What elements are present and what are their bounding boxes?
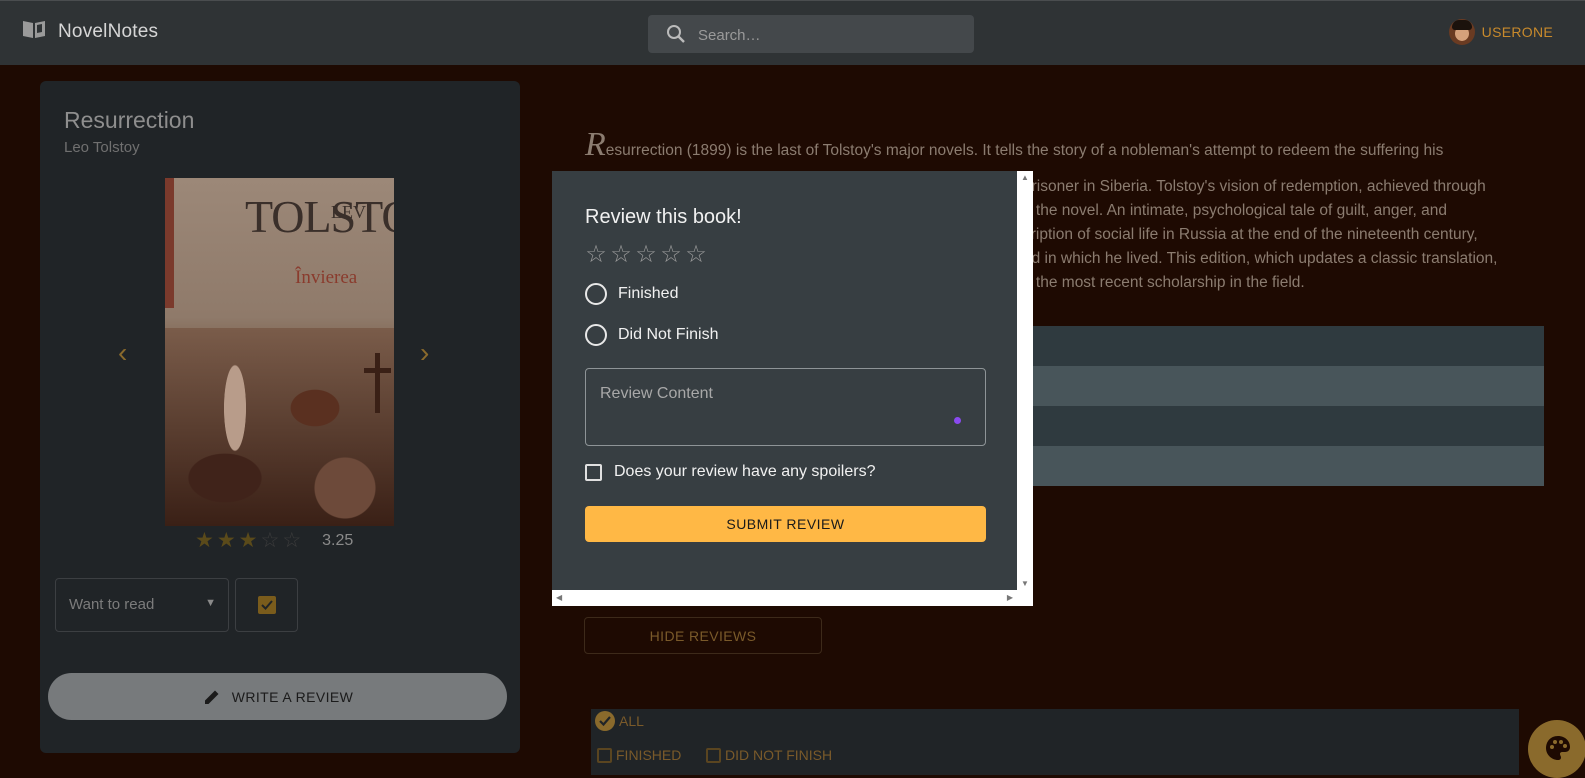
user-menu[interactable]: USERONE — [1448, 19, 1553, 45]
book-details-table — [1022, 326, 1544, 486]
scroll-up-icon[interactable]: ▲ — [1021, 173, 1029, 182]
spoiler-label: Does your review have any spoilers? — [614, 463, 876, 480]
star-outline-icon[interactable]: ☆ — [584, 240, 608, 269]
star-outline-icon[interactable]: ☆ — [634, 240, 658, 269]
description-line: rld in which he lived. This edition, whi… — [1023, 250, 1498, 267]
star-outline-icon[interactable]: ☆ — [659, 240, 683, 269]
cover-title: Învierea — [295, 267, 358, 288]
star-icon: ★ — [216, 529, 236, 552]
star-outline-icon[interactable]: ☆ — [609, 240, 633, 269]
review-content-field[interactable] — [585, 368, 986, 446]
chevron-left-icon[interactable]: ‹ — [118, 337, 127, 369]
filter-finished-label: FINISHED — [616, 747, 682, 763]
book-rating: ★ ★ ★ ☆ ☆ 3.25 — [195, 528, 353, 553]
app-name: NovelNotes — [58, 20, 159, 42]
cover-cross-horizontal — [364, 368, 391, 373]
horizontal-scrollbar[interactable]: ◀ ▶ — [552, 590, 1017, 606]
cover-author: TOLSTOI — [245, 191, 394, 242]
table-row — [1022, 366, 1544, 406]
checkbox-icon — [597, 747, 612, 763]
star-outline-icon: ☆ — [282, 529, 302, 552]
scroll-right-icon[interactable]: ▶ — [1007, 593, 1013, 602]
checkbox-icon — [706, 747, 721, 763]
search-icon — [667, 25, 685, 43]
app-bar: NovelNotes USERONE — [0, 0, 1585, 65]
filter-all-label: ALL — [619, 713, 644, 729]
theme-button[interactable] — [1528, 720, 1585, 778]
scroll-left-icon[interactable]: ◀ — [556, 593, 562, 602]
radio-dnf-label: Did Not Finish — [618, 326, 719, 343]
palette-icon — [1546, 736, 1570, 760]
review-dialog: Review this book! ☆ ☆ ☆ ☆ ☆ Finished Did… — [552, 171, 1033, 606]
resize-handle[interactable] — [954, 417, 961, 424]
scroll-down-icon[interactable]: ▼ — [1021, 579, 1029, 588]
star-outline-icon: ☆ — [260, 529, 280, 552]
radio-icon — [585, 283, 607, 305]
table-row — [1022, 326, 1544, 366]
drop-cap: R — [585, 126, 606, 163]
book-card: Resurrection Leo Tolstoy ‹ LEV TOLSTOI Î… — [40, 81, 520, 753]
rating-value: 3.25 — [322, 531, 354, 549]
description-line: e the novel. An intimate, psychological … — [1023, 202, 1447, 219]
write-review-label: WRITE A REVIEW — [231, 688, 354, 705]
rating-input[interactable]: ☆ ☆ ☆ ☆ ☆ — [584, 240, 708, 269]
review-filters: ALL FINISHED DID NOT FINISH — [591, 709, 1519, 775]
shelf-select-value: Want to read — [69, 596, 155, 613]
table-row — [1022, 406, 1544, 446]
radio-finished-label: Finished — [618, 285, 679, 302]
filter-did-not-finish[interactable]: DID NOT FINISH — [706, 747, 832, 763]
pencil-icon — [204, 690, 219, 704]
review-dialog-content: Review this book! ☆ ☆ ☆ ☆ ☆ Finished Did… — [552, 171, 1017, 590]
cover-cross-vertical — [375, 353, 380, 413]
avatar — [1448, 19, 1475, 45]
star-outline-icon[interactable]: ☆ — [684, 240, 708, 269]
chevron-right-icon[interactable]: › — [420, 337, 429, 369]
review-content-input[interactable] — [598, 383, 962, 437]
check-circle-icon — [595, 711, 615, 731]
dialog-title: Review this book! — [585, 206, 742, 228]
cover-painting — [165, 328, 394, 526]
write-review-button[interactable]: WRITE A REVIEW — [48, 673, 507, 720]
caret-down-icon: ▼ — [205, 597, 216, 609]
description-line: prisoner in Siberia. Tolstoy's vision of… — [1023, 178, 1486, 195]
filter-dnf-label: DID NOT FINISH — [725, 747, 833, 763]
search-input[interactable] — [696, 15, 960, 55]
hide-reviews-button[interactable]: HIDE REVIEWS — [584, 617, 822, 654]
table-row — [1022, 446, 1544, 486]
checkbox-icon — [585, 463, 602, 481]
radio-finished[interactable]: Finished — [585, 283, 678, 305]
spoiler-checkbox[interactable]: Does your review have any spoilers? — [585, 463, 875, 481]
radio-did-not-finish[interactable]: Did Not Finish — [585, 324, 718, 346]
book-cover: LEV TOLSTOI Învierea — [165, 178, 394, 526]
radio-icon — [585, 324, 607, 346]
filter-finished[interactable]: FINISHED — [597, 747, 681, 763]
star-icon: ★ — [238, 529, 258, 552]
description-line: n the most recent scholarship in the fie… — [1023, 274, 1305, 291]
book-author: Leo Tolstoy — [64, 139, 140, 156]
vertical-scrollbar[interactable]: ▲ ▼ — [1017, 171, 1033, 590]
cover-series-band — [165, 178, 174, 308]
submit-review-button[interactable]: SUBMIT REVIEW — [585, 506, 986, 542]
star-icon: ★ — [195, 529, 214, 552]
open-book-icon — [22, 19, 46, 44]
checkbox-checked-icon — [258, 596, 276, 614]
book-title: Resurrection — [64, 107, 195, 133]
username: USERONE — [1481, 24, 1553, 40]
search-bar[interactable] — [648, 15, 974, 55]
mark-read-button[interactable] — [235, 578, 298, 632]
description-line: esurrection (1899) is the last of Tolsto… — [605, 142, 1444, 159]
app-logo[interactable]: NovelNotes — [22, 19, 158, 44]
shelf-select[interactable]: Want to read ▼ — [55, 578, 229, 632]
description-line: cription of social life in Russia at the… — [1023, 226, 1478, 243]
filter-all[interactable]: ALL — [595, 711, 644, 731]
